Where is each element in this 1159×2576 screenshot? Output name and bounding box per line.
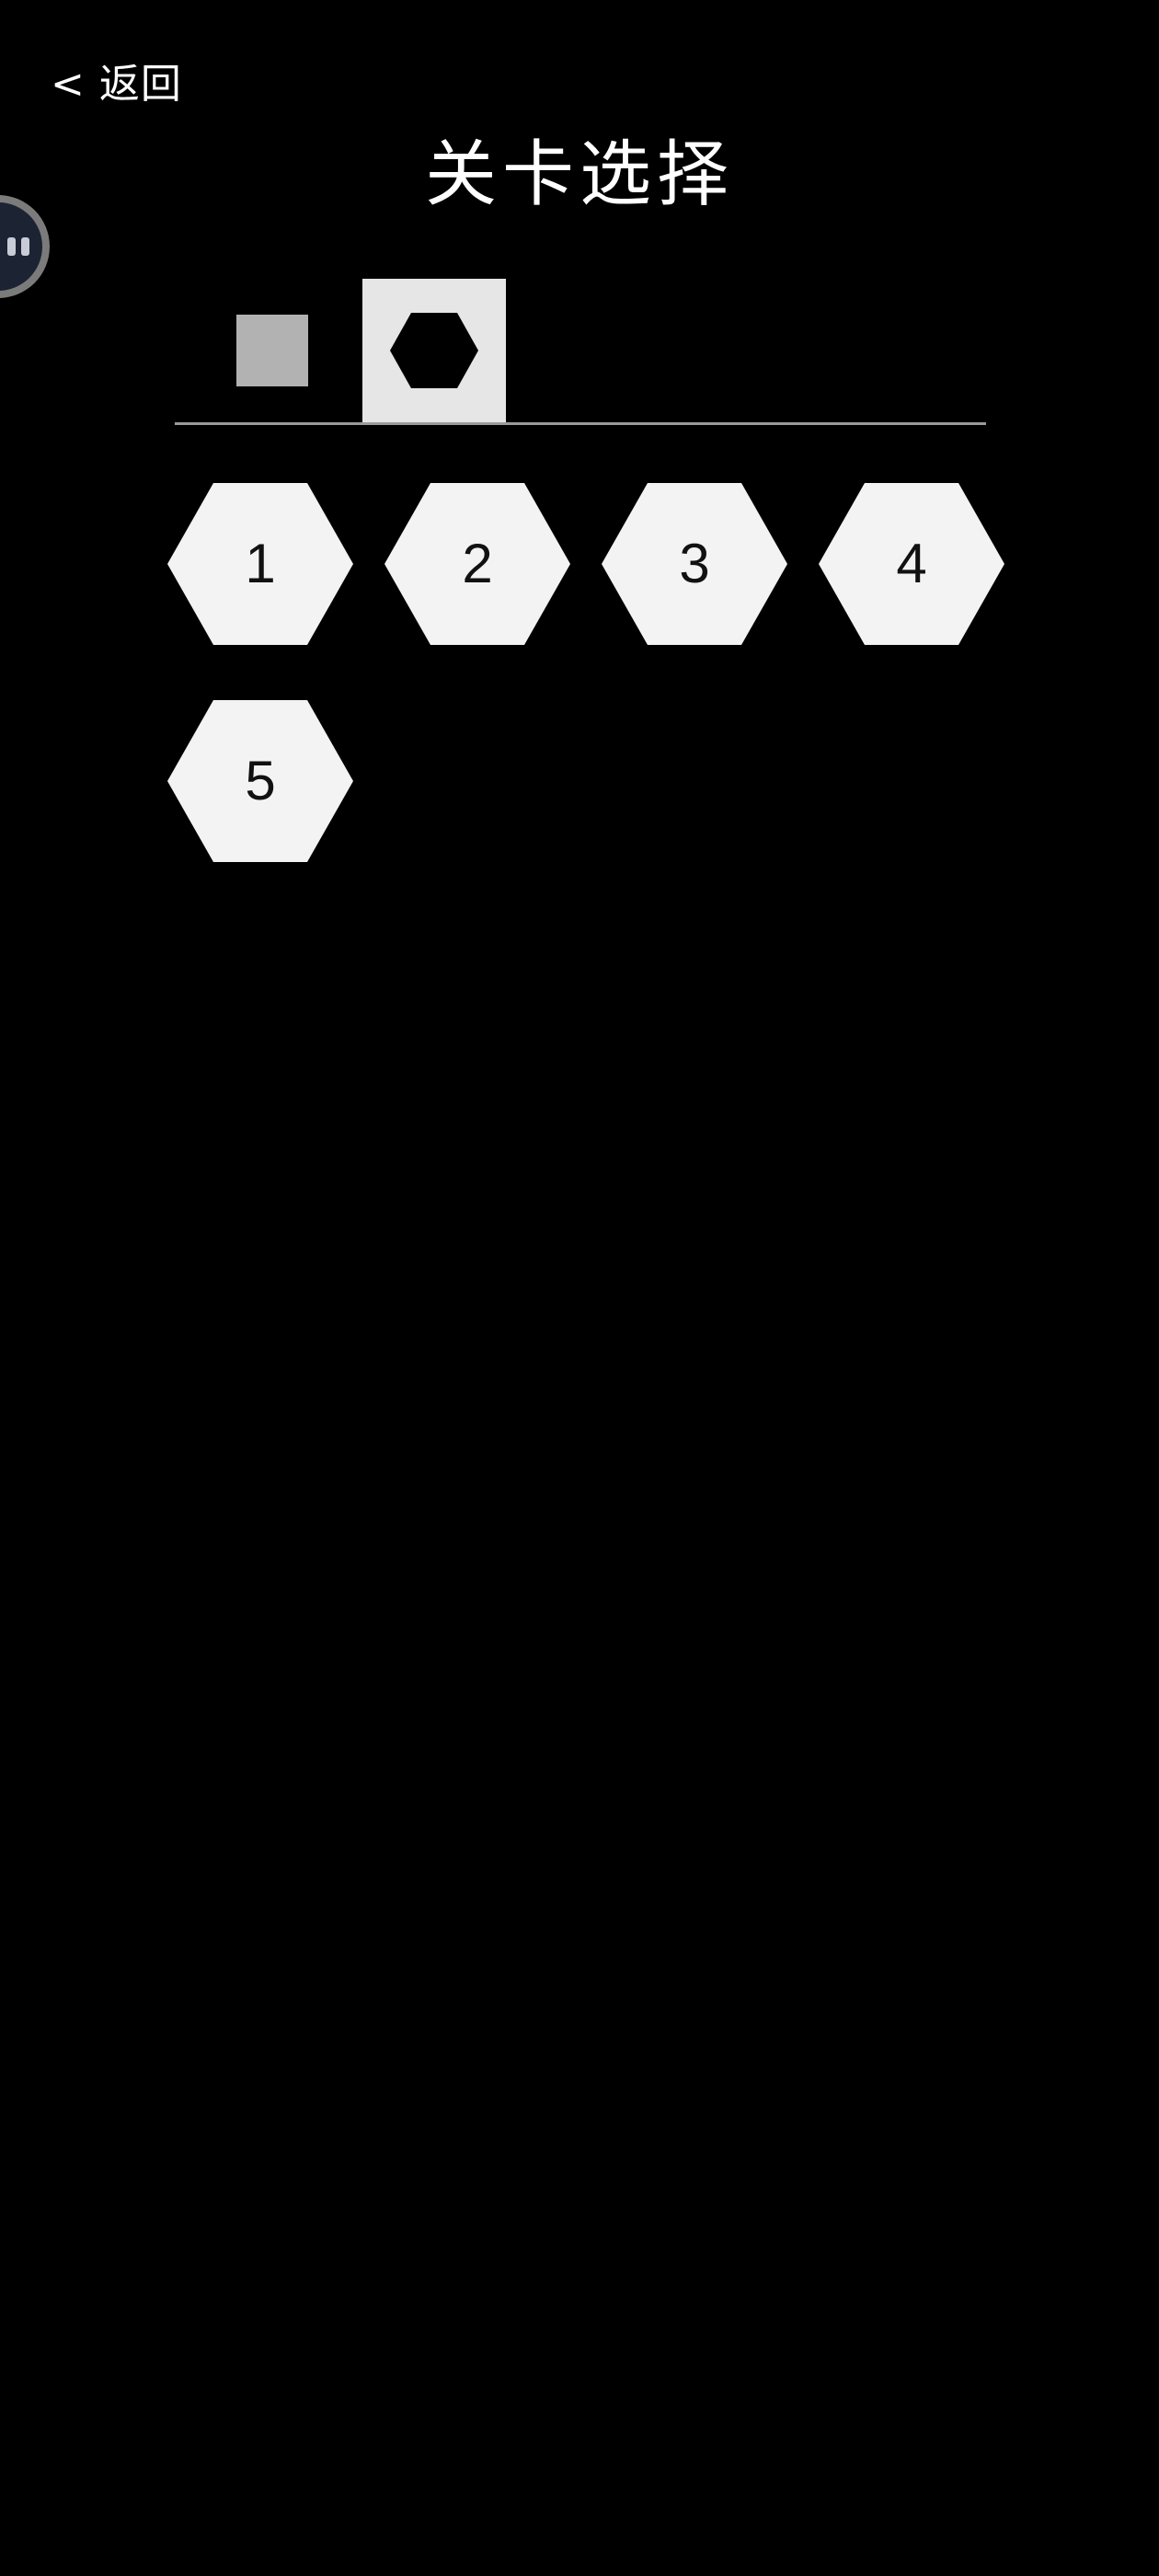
level-button-4[interactable]: 4 — [818, 482, 1005, 646]
level-number: 4 — [896, 533, 927, 594]
tab-square[interactable] — [201, 279, 344, 422]
square-icon — [236, 315, 308, 386]
level-button-1[interactable]: 1 — [166, 482, 354, 646]
shape-tabs — [175, 279, 986, 426]
level-number: 1 — [245, 533, 276, 594]
back-button-label: < 返回 — [51, 61, 182, 108]
tab-hexagon[interactable] — [362, 279, 506, 422]
level-number: 2 — [462, 533, 493, 594]
assistant-ball-icon — [0, 202, 42, 291]
level-button-3[interactable]: 3 — [601, 482, 788, 646]
hexagon-icon — [390, 313, 478, 388]
level-button-2[interactable]: 2 — [384, 482, 571, 646]
level-button-5[interactable]: 5 — [166, 699, 354, 863]
level-number: 5 — [245, 750, 276, 811]
tab-divider — [175, 422, 986, 425]
page-title: 关卡选择 — [424, 133, 734, 216]
level-number: 3 — [679, 533, 710, 594]
back-button[interactable]: < 返回 — [51, 48, 182, 112]
